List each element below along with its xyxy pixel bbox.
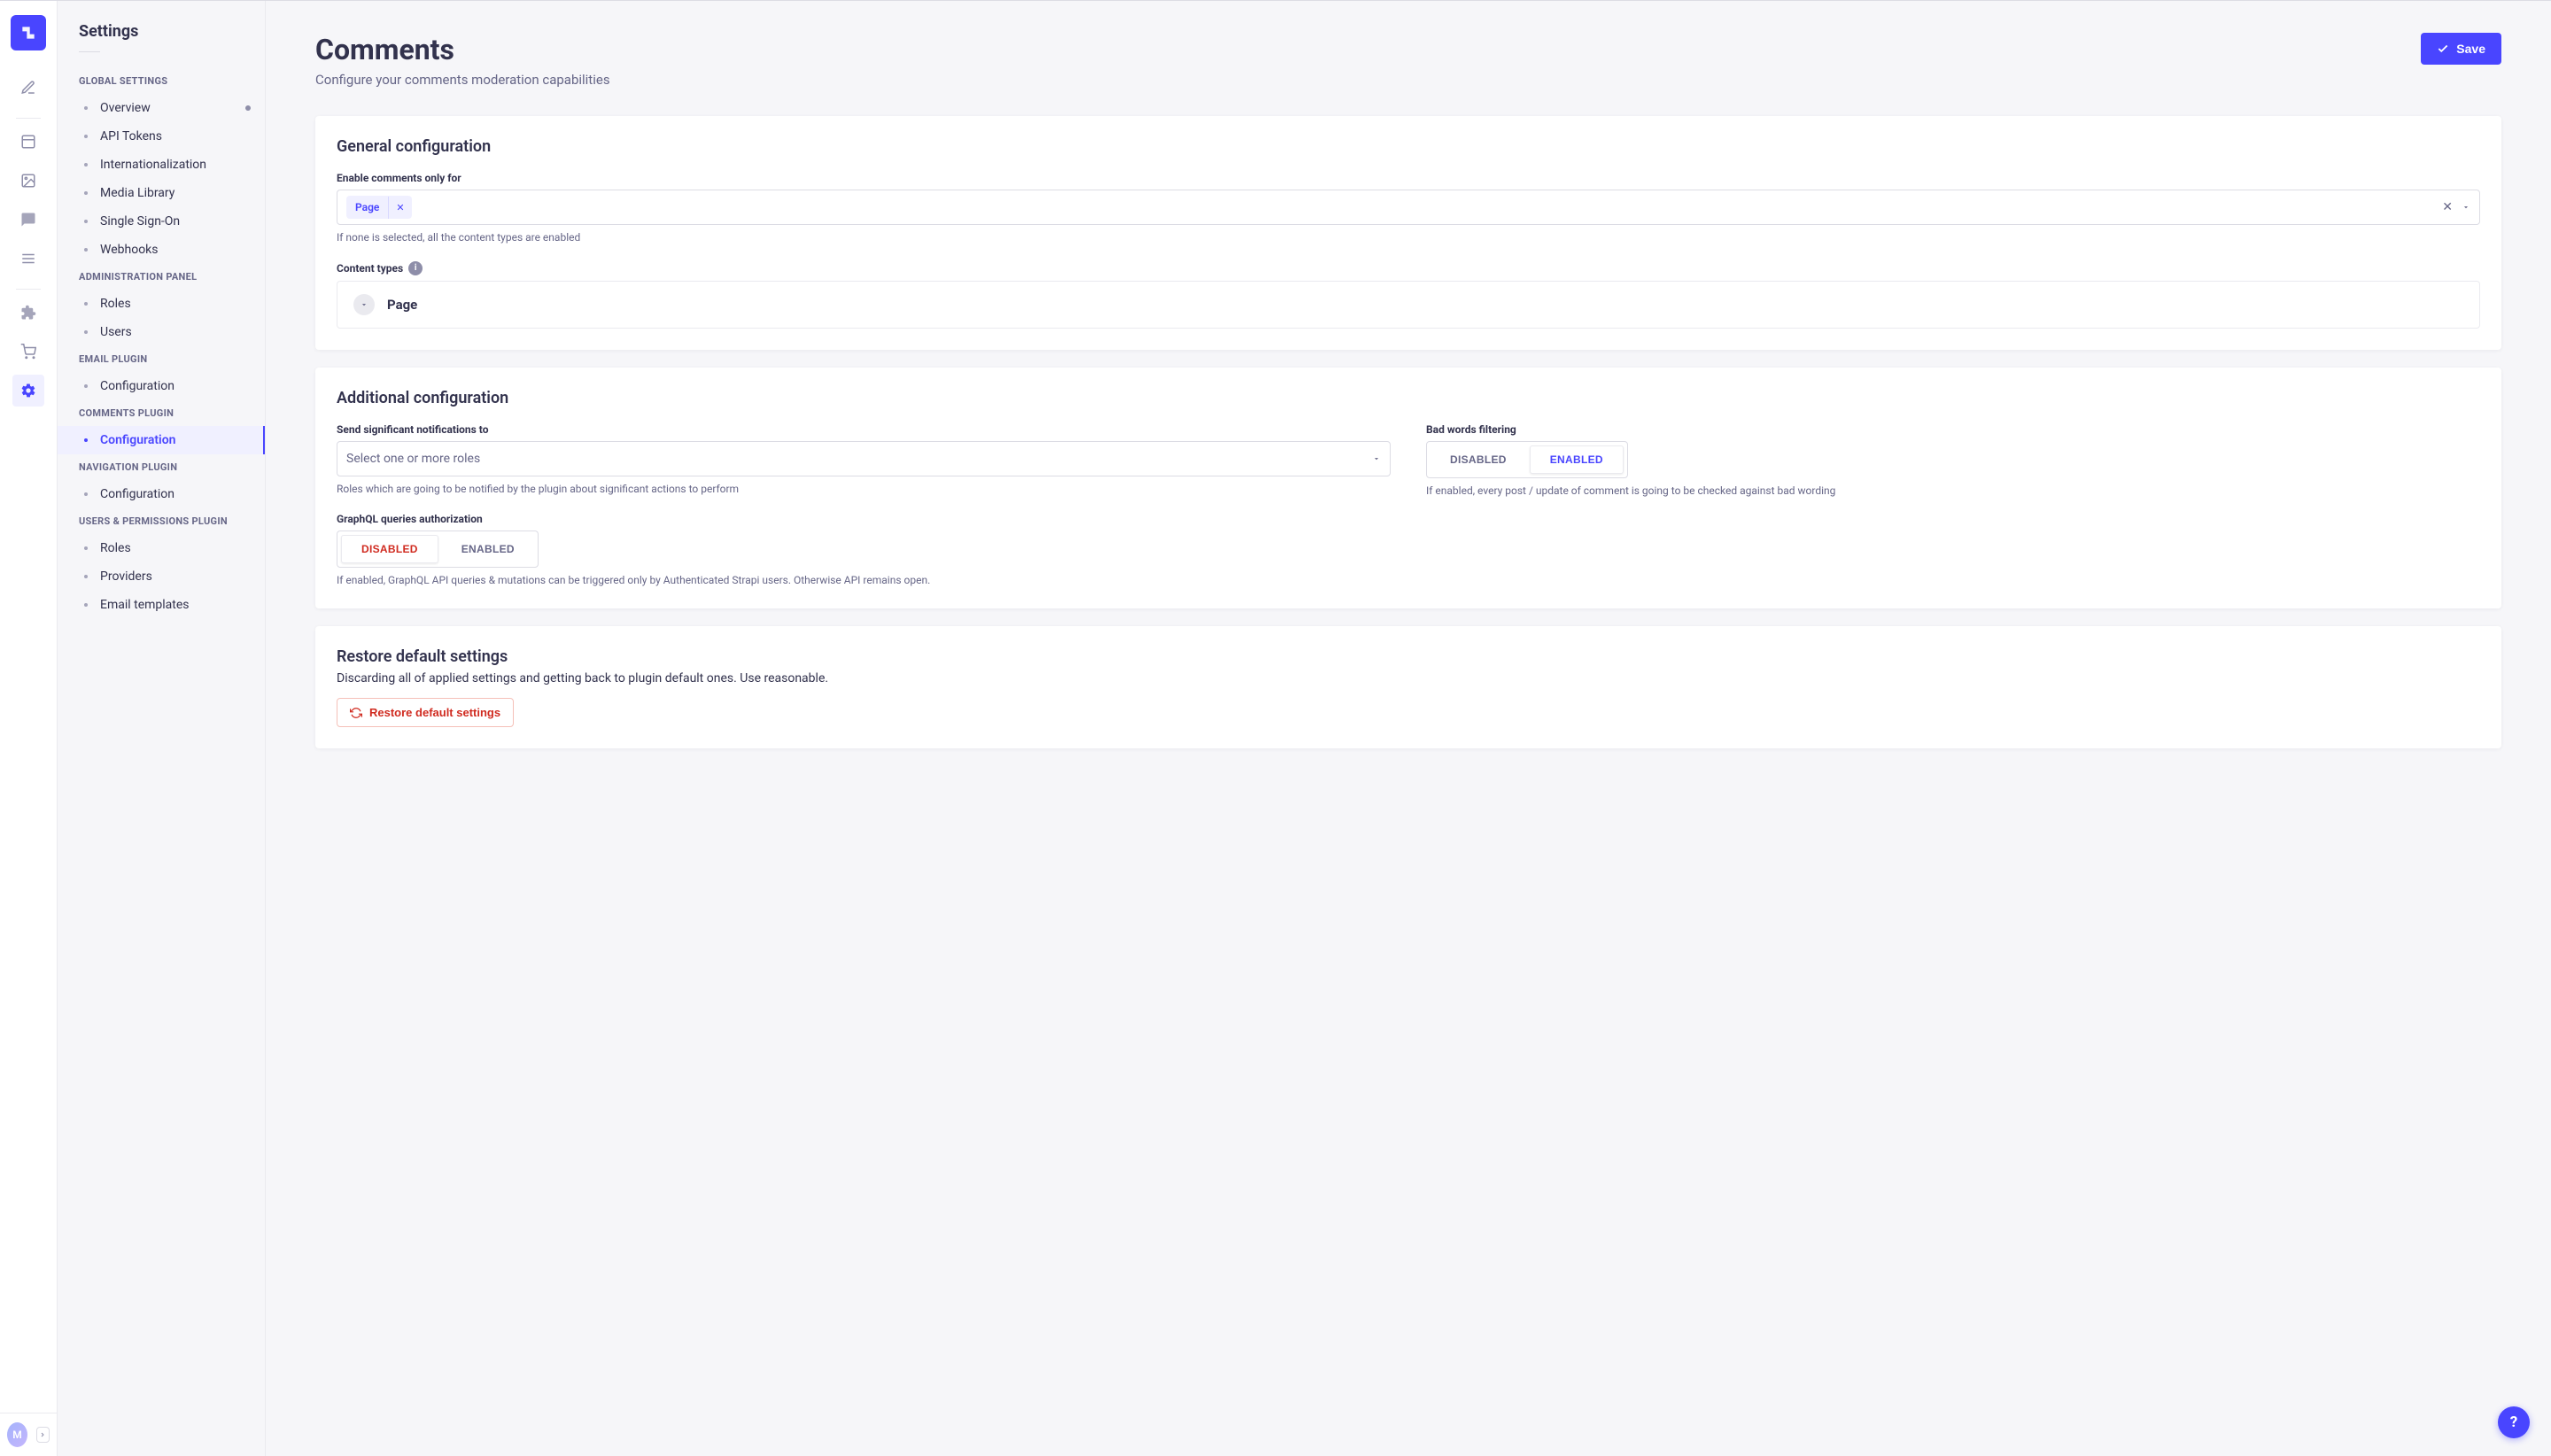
enable-select[interactable]: Page ✕ ✕	[337, 190, 2480, 225]
section-label: EMAIL PLUGIN	[58, 346, 265, 372]
sidebar-item-label: Configuration	[100, 433, 175, 447]
help-fab[interactable]: ?	[2498, 1406, 2530, 1438]
sidebar-item[interactable]: Email templates	[58, 591, 265, 619]
sidebar-item-label: Email templates	[100, 598, 190, 612]
check-icon	[2437, 43, 2449, 55]
sidebar-item[interactable]: API Tokens	[58, 122, 265, 151]
content-type-accordion[interactable]: Page	[337, 281, 2480, 329]
restore-title: Restore default settings	[337, 647, 2480, 666]
graphql-help: If enabled, GraphQL API queries & mutati…	[337, 573, 1391, 588]
restore-card: Restore default settings Discarding all …	[315, 626, 2501, 748]
enable-label: Enable comments only for	[337, 172, 2480, 184]
plugins-icon[interactable]	[12, 297, 44, 329]
user-avatar[interactable]: M	[7, 1422, 27, 1447]
sidebar-item-label: Media Library	[100, 186, 174, 200]
indicator-dot	[245, 105, 251, 111]
sidebar-item-label: Providers	[100, 569, 152, 584]
general-config-card: General configuration Enable comments on…	[315, 116, 2501, 350]
sidebar-item-label: Configuration	[100, 487, 174, 501]
sidebar-item[interactable]: Users	[58, 318, 265, 346]
sidebar-item[interactable]: Internationalization	[58, 151, 265, 179]
list-icon[interactable]	[12, 243, 44, 275]
sidebar-item[interactable]: Overview	[58, 94, 265, 122]
sidebar-item[interactable]: Webhooks	[58, 236, 265, 264]
restore-subtitle: Discarding all of applied settings and g…	[337, 671, 2480, 685]
sidebar-item-label: Roles	[100, 541, 131, 555]
settings-sidebar: Settings GLOBAL SETTINGS Overview API Toke…	[58, 1, 266, 1456]
refresh-icon	[350, 707, 362, 719]
sidebar-title: Settings	[58, 22, 265, 51]
sidebar-item-label: Overview	[100, 101, 151, 115]
graphql-toggle: DISABLED ENABLED	[337, 531, 539, 568]
media-icon[interactable]	[12, 165, 44, 197]
sidebar-item[interactable]: Single Sign-On	[58, 207, 265, 236]
comments-icon[interactable]	[12, 204, 44, 236]
enable-help: If none is selected, all the content typ…	[337, 230, 2480, 245]
section-label: USERS & PERMISSIONS PLUGIN	[58, 508, 265, 534]
badwords-disabled-btn[interactable]: DISABLED	[1431, 445, 1526, 474]
save-button[interactable]: Save	[2421, 33, 2501, 65]
chevron-down-icon	[2462, 203, 2470, 212]
info-icon[interactable]: i	[408, 261, 423, 275]
general-title: General configuration	[337, 137, 2480, 156]
graphql-enabled-btn[interactable]: ENABLED	[442, 535, 534, 563]
graphql-label: GraphQL queries authorization	[337, 513, 1391, 525]
sidebar-item[interactable]: Media Library	[58, 179, 265, 207]
settings-icon[interactable]	[12, 375, 44, 407]
sidebar-item[interactable]: Roles	[58, 290, 265, 318]
section-label: NAVIGATION PLUGIN	[58, 454, 265, 480]
restore-button[interactable]: Restore default settings	[337, 698, 514, 727]
sidebar-item-label: Roles	[100, 297, 131, 311]
nav-rail: M	[0, 1, 58, 1456]
section-label: ADMINISTRATION PANEL	[58, 264, 265, 290]
notify-label: Send significant notifications to	[337, 423, 1391, 436]
sidebar-item-label: Users	[100, 325, 132, 339]
page-subtitle: Configure your comments moderation capab…	[315, 72, 610, 88]
sidebar-item-label: Configuration	[100, 379, 174, 393]
sidebar-item[interactable]: Configuration	[58, 480, 265, 508]
sidebar-item-label: Webhooks	[100, 243, 159, 257]
app-logo[interactable]	[11, 15, 46, 50]
clear-icon[interactable]: ✕	[2442, 200, 2453, 214]
chevron-down-icon	[1372, 454, 1381, 463]
sidebar-item-label: API Tokens	[100, 129, 162, 143]
main-content: Comments Configure your comments moderat…	[266, 1, 2551, 1456]
rail-expand[interactable]	[36, 1427, 50, 1443]
content-types-label: Content types i	[337, 261, 2480, 275]
section-label: COMMENTS PLUGIN	[58, 400, 265, 426]
content-icon[interactable]	[12, 72, 44, 104]
sidebar-item[interactable]: Configuration	[58, 372, 265, 400]
marketplace-icon[interactable]	[12, 336, 44, 368]
sidebar-item-label: Single Sign-On	[100, 214, 180, 228]
sidebar-item[interactable]: Roles	[58, 534, 265, 562]
badwords-toggle: DISABLED ENABLED	[1426, 441, 1628, 478]
additional-config-card: Additional configuration Send significan…	[315, 368, 2501, 609]
graphql-disabled-btn[interactable]: DISABLED	[341, 535, 438, 563]
badwords-help: If enabled, every post / update of comme…	[1426, 484, 2480, 499]
notify-select[interactable]: Select one or more roles	[337, 441, 1391, 476]
page-title: Comments	[315, 33, 610, 66]
chevron-down-icon	[353, 294, 375, 315]
badwords-label: Bad words filtering	[1426, 423, 2480, 436]
section-label: GLOBAL SETTINGS	[58, 68, 265, 94]
builder-icon[interactable]	[12, 126, 44, 158]
notify-help: Roles which are going to be notified by …	[337, 482, 1391, 497]
badwords-enabled-btn[interactable]: ENABLED	[1530, 445, 1624, 474]
sidebar-item[interactable]: Providers	[58, 562, 265, 591]
sidebar-item-label: Internationalization	[100, 158, 206, 172]
sidebar-item[interactable]: Configuration	[58, 426, 265, 454]
tag-page: Page ✕	[346, 196, 412, 219]
tag-remove[interactable]: ✕	[388, 197, 411, 219]
additional-title: Additional configuration	[337, 389, 2480, 407]
